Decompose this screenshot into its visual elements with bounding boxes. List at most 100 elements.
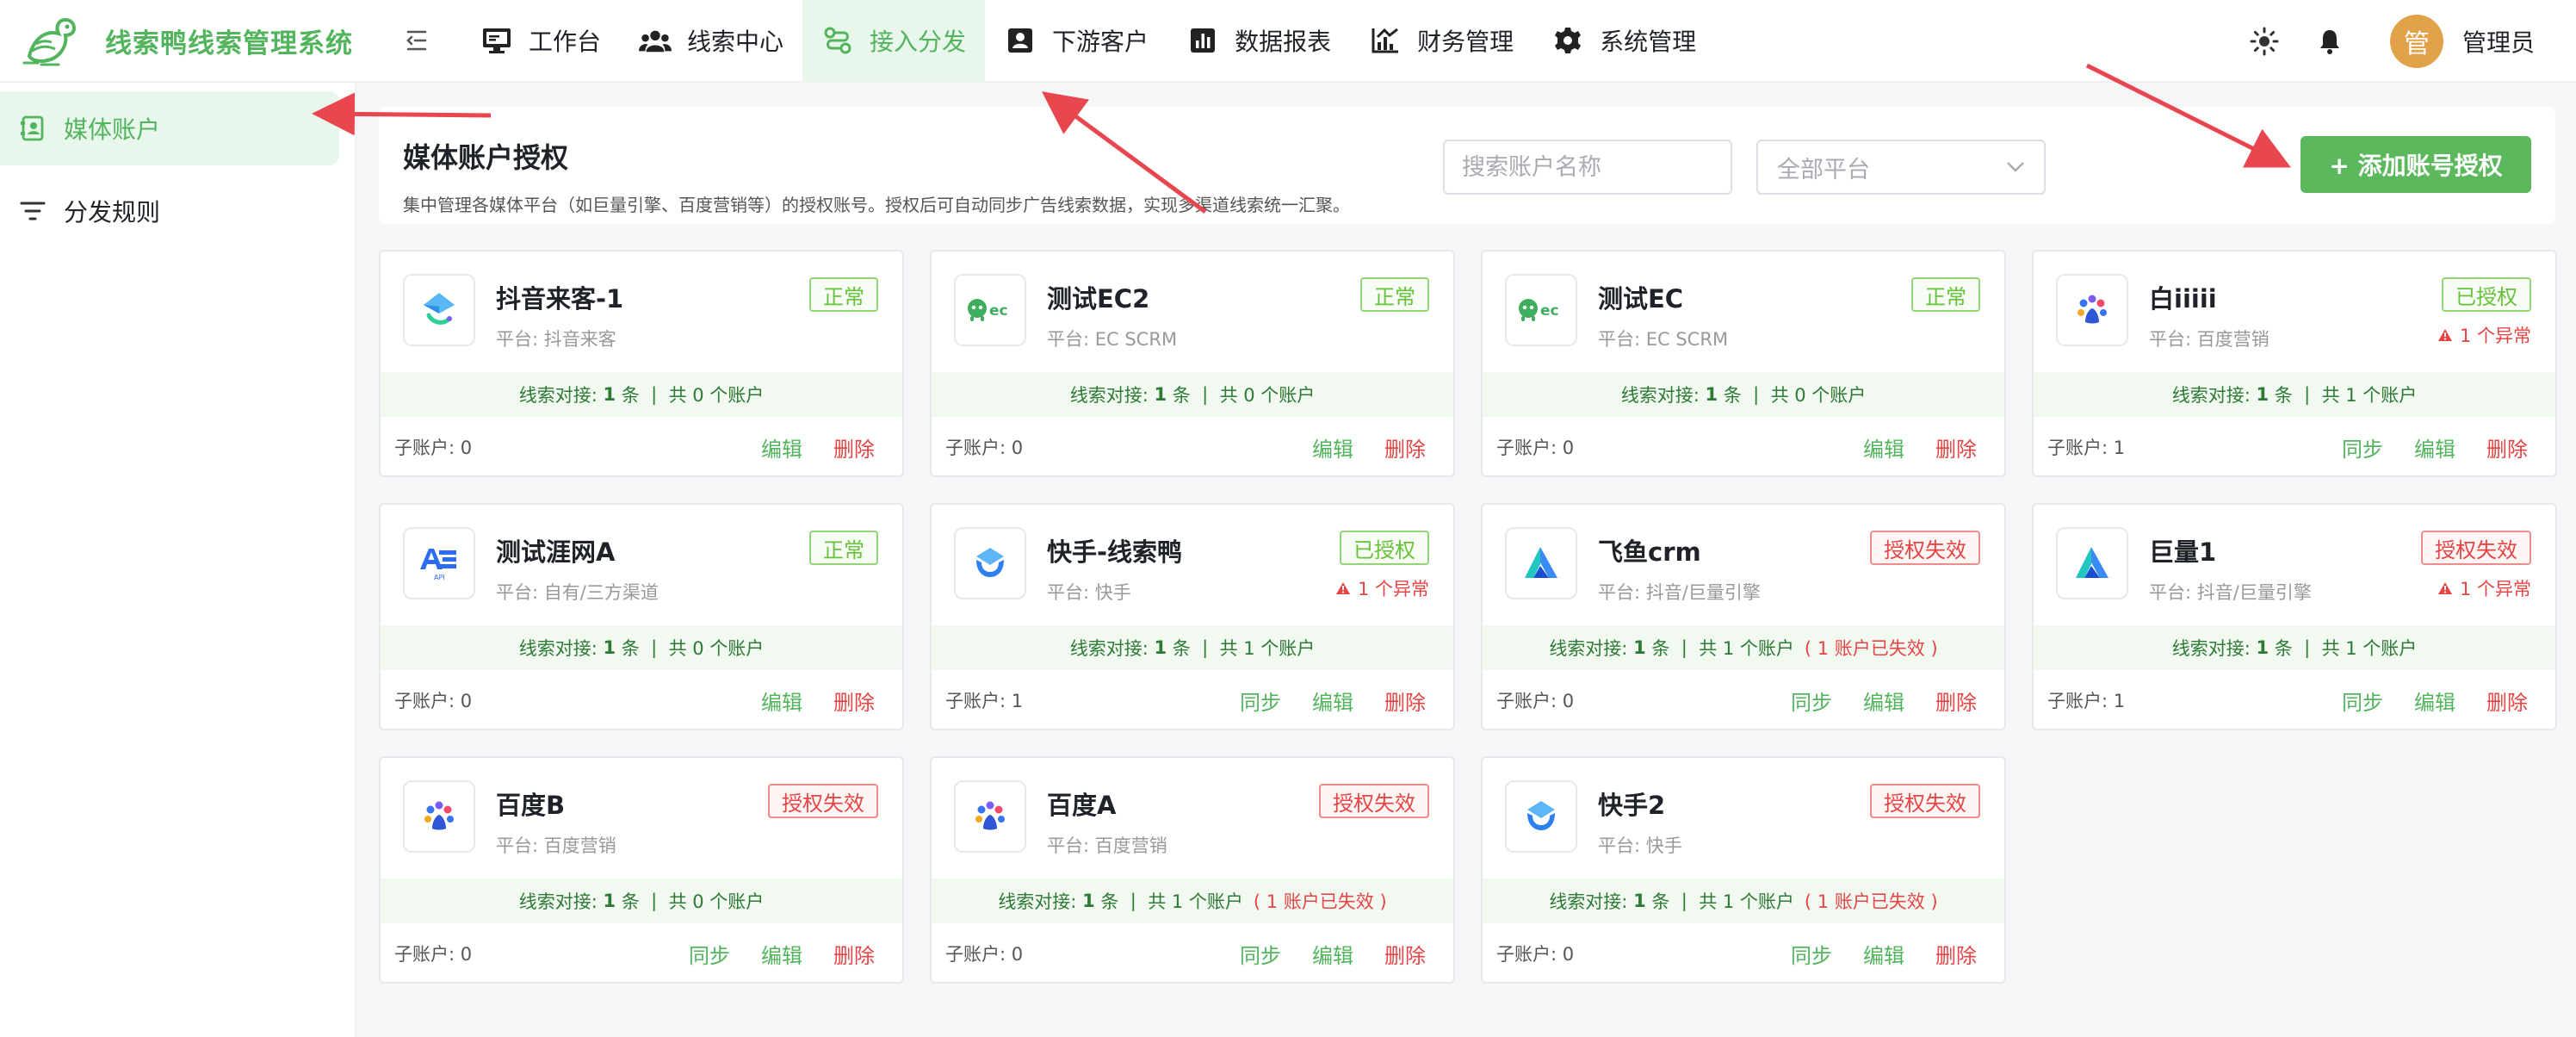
abnormal-warning[interactable]: 1 个异常 (1335, 575, 1429, 601)
card-header: API 测试涯网A 平台: 自有/三方渠道 正常 (381, 505, 902, 625)
duck-logo-icon (22, 17, 77, 66)
edit-button[interactable]: 编辑 (761, 939, 802, 969)
bell-icon (2319, 30, 2339, 54)
notification-button[interactable] (2304, 16, 2356, 67)
platform-select[interactable]: 全部平台 (1756, 140, 2046, 195)
sync-button[interactable]: 同步 (1240, 686, 1281, 716)
platform-select-value: 全部平台 (1777, 156, 1870, 183)
lead-unit: 条 (1651, 638, 1670, 659)
nav-finance[interactable]: 财务管理 (1350, 0, 1533, 82)
delete-button[interactable]: 删除 (833, 432, 875, 463)
delete-button[interactable]: 删除 (1384, 939, 1426, 969)
card-actions: 编辑 删除 (730, 417, 875, 475)
separator: | (1202, 384, 1209, 405)
sidebar-collapse-button[interactable] (391, 15, 443, 66)
nav-workbench[interactable]: 工作台 (461, 0, 620, 82)
abnormal-text: 1 个异常 (1357, 579, 1429, 599)
users-icon (639, 24, 672, 57)
abnormal-warning[interactable]: 1 个异常 (2437, 575, 2531, 601)
user-name[interactable]: 管理员 (2462, 24, 2535, 59)
nav-downstream-customers[interactable]: 下游客户 (985, 0, 1167, 82)
card-info: 百度A 平台: 百度营销 (1047, 780, 1167, 879)
status-badge: 正常 (809, 531, 878, 565)
lead-summary: 线索对接: 1 条 | 共 1 个账户 ( 1 账户已失效 ) (1483, 625, 2004, 670)
edit-button[interactable]: 编辑 (1312, 686, 1353, 716)
sync-button[interactable]: 同步 (1791, 939, 1832, 969)
nav-label: 系统管理 (1600, 28, 1697, 56)
card-footer: 子账户: 1 同步 编辑 删除 (2034, 417, 2555, 475)
abnormal-text: 1 个异常 (2459, 326, 2531, 346)
abnormal-warning[interactable]: 1 个异常 (2437, 322, 2531, 348)
sync-button[interactable]: 同步 (1791, 686, 1832, 716)
id-card-icon (1004, 24, 1037, 57)
edit-button[interactable]: 编辑 (761, 432, 802, 463)
nav-access-distribution[interactable]: 接入分发 (802, 0, 986, 82)
account-card: 快手2 平台: 快手 授权失效 线索对接: 1 条 | 共 1 个账户 ( 1 账户已失… (1481, 756, 2006, 984)
delete-button[interactable]: 删除 (1384, 432, 1426, 463)
ec-logo: ec (954, 274, 1026, 346)
delete-button[interactable]: 删除 (2486, 686, 2528, 716)
sync-button[interactable]: 同步 (1240, 939, 1281, 969)
delete-button[interactable]: 删除 (1935, 686, 1977, 716)
edit-button[interactable]: 编辑 (2414, 432, 2455, 463)
edit-button[interactable]: 编辑 (1312, 939, 1353, 969)
sync-button[interactable]: 同步 (2342, 686, 2383, 716)
search-input[interactable] (1443, 140, 1732, 195)
expired-accounts: ( 1 账户已失效 ) (1804, 891, 1938, 912)
finance-chart-icon (1369, 24, 1402, 57)
add-account-auth-button[interactable]: + 添加账号授权 (2300, 136, 2531, 193)
abnormal-text: 1 个异常 (2459, 579, 2531, 599)
card-name: 百度B (496, 791, 566, 820)
sync-button[interactable]: 同步 (2342, 432, 2383, 463)
lead-prefix: 线索对接: (998, 891, 1077, 912)
nav-label: 数据报表 (1235, 28, 1332, 56)
delete-button[interactable]: 删除 (2486, 432, 2528, 463)
top-header: 线索鸭线索管理系统 工作台 线索中心 接入分发 下游客户 数据报表 财务管理 系统管理 管 … (0, 0, 2576, 83)
delete-button[interactable]: 删除 (1384, 686, 1426, 716)
edit-button[interactable]: 编辑 (1312, 432, 1353, 463)
delete-button[interactable]: 删除 (833, 939, 875, 969)
separator: | (1202, 637, 1209, 658)
sub-accounts: 子账户: 0 (945, 941, 1023, 966)
card-footer: 子账户: 0 同步 编辑 删除 (1483, 670, 2004, 729)
card-actions: 同步 编辑 删除 (2311, 670, 2528, 729)
account-count: 共 0 个账户 (668, 638, 765, 659)
nav-data-reports[interactable]: 数据报表 (1167, 0, 1350, 82)
status-badge: 授权失效 (1319, 784, 1429, 818)
nav-leads-center[interactable]: 线索中心 (620, 0, 802, 82)
card-name: 飞鱼crm (1598, 537, 1701, 567)
card-header: 百度A 平台: 百度营销 授权失效 (932, 758, 1453, 879)
sidebar-item-distribution-rules[interactable]: 分发规则 (0, 174, 339, 248)
edit-button[interactable]: 编辑 (2414, 686, 2455, 716)
lead-summary: 线索对接: 1 条 | 共 1 个账户 ( 1 账户已失效 ) (932, 879, 1453, 923)
sync-button[interactable]: 同步 (689, 939, 730, 969)
edit-button[interactable]: 编辑 (761, 686, 802, 716)
delete-button[interactable]: 删除 (1935, 432, 1977, 463)
sidebar-item-media-accounts[interactable]: 媒体账户 (0, 91, 339, 165)
lead-summary: 线索对接: 1 条 | 共 0 个账户 (932, 372, 1453, 417)
card-footer: 子账户: 0 同步 编辑 删除 (1483, 923, 2004, 982)
nav-label: 下游客户 (1052, 28, 1149, 56)
avatar[interactable]: 管 (2389, 15, 2443, 68)
theme-toggle-button[interactable] (2239, 16, 2290, 67)
nav-system-settings[interactable]: 系统管理 (1533, 0, 1715, 82)
delete-button[interactable]: 删除 (1935, 939, 1977, 969)
status-badge: 授权失效 (1870, 784, 1980, 818)
card-header: 巨量1 平台: 抖音/巨量引擎 授权失效 1 个异常 (2034, 505, 2555, 625)
account-count: 共 1 个账户 (2321, 638, 2418, 659)
card-header: 百度B 平台: 百度营销 授权失效 (381, 758, 902, 879)
edit-button[interactable]: 编辑 (1863, 939, 1904, 969)
lead-prefix: 线索对接: (1549, 891, 1628, 912)
card-name: 白iiiii (2149, 284, 2217, 314)
sub-accounts: 子账户: 1 (2047, 687, 2125, 713)
sub-accounts-label: 子账户: (2047, 438, 2108, 458)
card-footer: 子账户: 0 编辑 删除 (381, 670, 902, 729)
brand: 线索鸭线索管理系统 (0, 11, 379, 70)
edit-button[interactable]: 编辑 (1863, 686, 1904, 716)
card-name: 巨量1 (2149, 537, 2217, 567)
edit-button[interactable]: 编辑 (1863, 432, 1904, 463)
account-card: ec 测试EC2 平台: EC SCRM 正常 线索对接: 1 条 | 共 0 个账户子… (930, 250, 1455, 477)
delete-button[interactable]: 删除 (833, 686, 875, 716)
status-badge: 授权失效 (768, 784, 878, 818)
header-actions: 管 管理员 (2239, 0, 2576, 83)
